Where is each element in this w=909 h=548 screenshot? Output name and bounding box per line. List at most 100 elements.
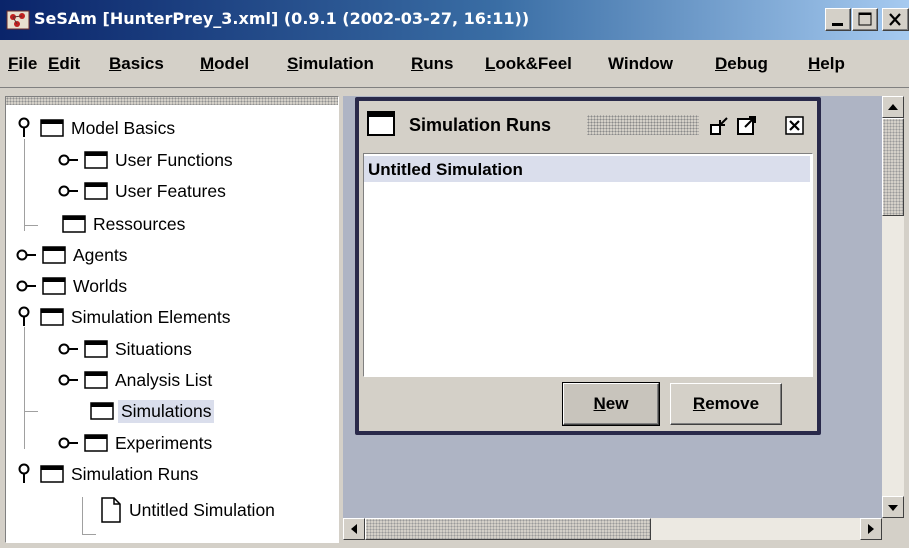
simulation-runs-frame: Simulation Runs Untitled Simulation New …: [355, 97, 821, 435]
menu-debug[interactable]: Debug: [715, 54, 768, 74]
document-icon: [101, 497, 121, 523]
arrow-up-icon: [888, 104, 898, 110]
expanded-handle-icon[interactable]: [16, 463, 34, 485]
tree-line: [24, 139, 25, 231]
menu-model[interactable]: Model: [200, 54, 249, 74]
collapsed-handle-icon[interactable]: [58, 373, 80, 387]
menu-runs[interactable]: Runs: [411, 54, 454, 74]
tree-item-agents[interactable]: Agents: [16, 240, 130, 270]
tree-item-simulation-elements[interactable]: Simulation Elements: [16, 302, 234, 332]
folder-icon: [40, 465, 64, 483]
menu-edit[interactable]: Edit: [48, 54, 80, 74]
collapsed-handle-icon[interactable]: [16, 279, 38, 293]
menu-file[interactable]: File: [8, 54, 37, 74]
tree-line: [24, 411, 38, 412]
tree-item-simulation-runs[interactable]: Simulation Runs: [16, 459, 201, 489]
collapsed-handle-icon[interactable]: [58, 153, 80, 167]
new-button[interactable]: New: [562, 382, 660, 426]
expanded-handle-icon[interactable]: [16, 117, 34, 139]
iconify-icon[interactable]: [709, 115, 729, 135]
tree-item-situations[interactable]: Situations: [58, 334, 195, 364]
folder-icon: [62, 215, 86, 233]
tree-item-simulations[interactable]: Simulations: [90, 396, 215, 426]
tree-item-analysis-list[interactable]: Analysis List: [58, 365, 215, 395]
folder-icon: [40, 119, 64, 137]
list-item[interactable]: Untitled Simulation: [364, 156, 810, 182]
menu-basics[interactable]: Basics: [109, 54, 164, 74]
folder-icon: [84, 151, 108, 169]
collapsed-handle-icon[interactable]: [16, 248, 38, 262]
maximize-icon[interactable]: [736, 115, 756, 135]
tree-item-model-basics[interactable]: Model Basics: [16, 113, 178, 143]
arrow-down-icon: [888, 505, 898, 511]
horizontal-scrollbar[interactable]: [343, 518, 882, 540]
scroll-right-button[interactable]: [860, 518, 882, 540]
tree-item-label: Simulation Elements: [71, 306, 231, 327]
tree-line: [82, 497, 83, 535]
scrollbar-corner: [882, 518, 904, 540]
tree-item-label: Worlds: [73, 275, 128, 296]
menu-window[interactable]: Window: [608, 54, 673, 74]
arrow-right-icon: [868, 524, 874, 534]
tree-line: [24, 225, 38, 226]
title-grip: [587, 115, 699, 135]
folder-icon: [84, 340, 108, 358]
menu-help[interactable]: Help: [808, 54, 845, 74]
window-title: SeSAm [HunterPrey_3.xml] (0.9.1 (2002-03…: [34, 9, 530, 28]
tree-item-label: Simulation Runs: [71, 463, 199, 484]
collapsed-handle-icon[interactable]: [58, 184, 80, 198]
tree-item-label: User Functions: [115, 149, 233, 170]
scroll-down-button[interactable]: [882, 496, 904, 518]
close-icon: [889, 13, 901, 26]
tree-item-worlds[interactable]: Worlds: [16, 271, 130, 301]
tree-item-label: Ressources: [93, 213, 186, 234]
scroll-up-button[interactable]: [882, 96, 904, 118]
menu-look-and-feel[interactable]: Look&Feel: [485, 54, 572, 74]
panel-grip[interactable]: [6, 97, 338, 105]
folder-icon: [84, 434, 108, 452]
folder-icon: [42, 246, 66, 264]
scroll-left-button[interactable]: [343, 518, 365, 540]
menu-bar: File Edit Basics Model Simulation Runs L…: [0, 40, 909, 88]
tree-item-user-features[interactable]: User Features: [58, 176, 229, 206]
app-icon: [6, 10, 30, 30]
tree-item-label: Model Basics: [71, 117, 176, 138]
close-icon[interactable]: [784, 115, 804, 135]
tree-item-label: Simulations: [118, 399, 215, 423]
vertical-scrollbar[interactable]: [882, 96, 904, 518]
tree-item-label: Agents: [73, 244, 128, 265]
menu-simulation[interactable]: Simulation: [287, 54, 374, 74]
close-button[interactable]: [882, 8, 909, 31]
vertical-scroll-thumb[interactable]: [882, 118, 904, 216]
expanded-handle-icon[interactable]: [16, 306, 34, 328]
folder-icon: [90, 402, 114, 420]
collapsed-handle-icon[interactable]: [58, 342, 80, 356]
tree-item-label: Analysis List: [115, 369, 213, 390]
remove-button[interactable]: Remove: [670, 383, 782, 425]
tree-item-label: Untitled Simulation: [129, 499, 275, 520]
horizontal-scroll-thumb[interactable]: [365, 518, 651, 540]
collapsed-handle-icon[interactable]: [58, 436, 80, 450]
folder-icon: [42, 277, 66, 295]
folder-icon: [84, 182, 108, 200]
tree-item-ressources[interactable]: Ressources: [62, 209, 188, 239]
maximize-button[interactable]: [852, 8, 878, 31]
tree-item-label: User Features: [115, 180, 226, 201]
window-icon: [367, 111, 395, 136]
minimize-button[interactable]: [825, 8, 851, 31]
folder-icon: [84, 371, 108, 389]
frame-title-bar[interactable]: Simulation Runs: [359, 101, 817, 149]
minimize-icon: [832, 23, 843, 26]
window-title-bar[interactable]: SeSAm [HunterPrey_3.xml] (0.9.1 (2002-03…: [0, 0, 909, 40]
maximize-icon: [858, 12, 872, 26]
folder-icon: [40, 308, 64, 326]
model-tree[interactable]: Model Basics User Functions User Feature…: [5, 96, 339, 543]
tree-item-user-functions[interactable]: User Functions: [58, 145, 236, 175]
tree-item-experiments[interactable]: Experiments: [58, 428, 215, 458]
tree-line: [24, 327, 25, 449]
tree-item-untitled-simulation[interactable]: Untitled Simulation: [100, 495, 278, 525]
tree-line: [82, 534, 96, 535]
simulation-runs-list[interactable]: Untitled Simulation: [363, 153, 813, 377]
frame-title: Simulation Runs: [409, 115, 552, 135]
arrow-left-icon: [351, 524, 357, 534]
